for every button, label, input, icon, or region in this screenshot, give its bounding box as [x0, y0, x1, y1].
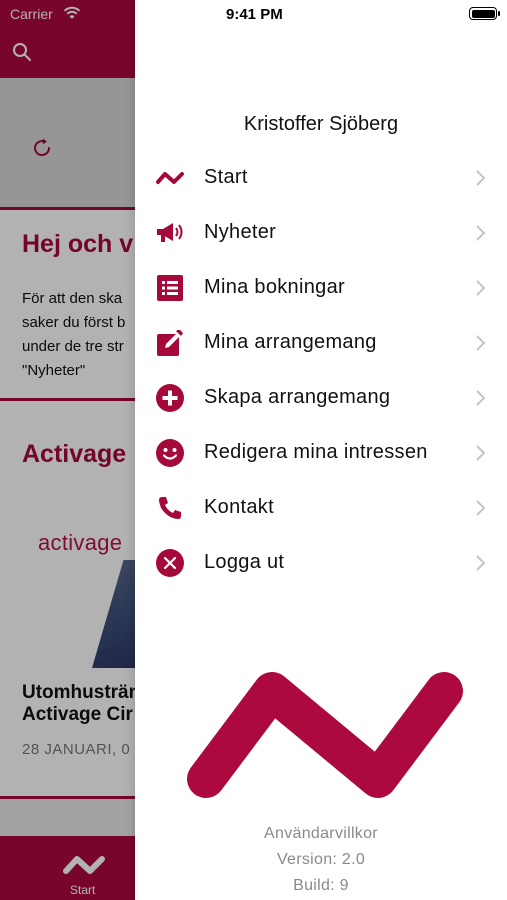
- chevron-right-icon: [476, 554, 486, 571]
- status-time: 9:41 PM: [226, 6, 283, 23]
- menu-label: Logga ut: [204, 551, 285, 573]
- build-label: Build: 9: [293, 877, 349, 894]
- menu-item-logga-ut[interactable]: Logga ut: [135, 535, 507, 590]
- side-menu: 9:41 PM Kristoffer Sjöberg Start Nyheter: [135, 0, 507, 900]
- chevron-right-icon: [476, 224, 486, 241]
- chevron-right-icon: [476, 389, 486, 406]
- battery-icon: [469, 7, 500, 20]
- menu-item-start[interactable]: Start: [135, 150, 507, 205]
- chevron-right-icon: [476, 334, 486, 351]
- brand-logo-icon: [187, 672, 463, 798]
- menu-item-mina-bokningar[interactable]: Mina bokningar: [135, 260, 507, 315]
- menu-label: Mina arrangemang: [204, 331, 377, 353]
- menu-label: Skapa arrangemang: [204, 386, 391, 408]
- phone-icon: [155, 493, 185, 523]
- menu-item-nyheter[interactable]: Nyheter: [135, 205, 507, 260]
- edit-icon: [155, 328, 185, 358]
- start-zigzag-icon: [155, 163, 185, 193]
- close-circle-icon: [155, 548, 185, 578]
- chevron-right-icon: [476, 169, 486, 186]
- plus-circle-icon: [155, 383, 185, 413]
- chevron-right-icon: [476, 499, 486, 516]
- version-label: Version: 2.0: [276, 851, 366, 868]
- menu-label: Mina bokningar: [204, 276, 345, 298]
- menu-item-redigera-intressen[interactable]: Redigera mina intressen: [135, 425, 507, 480]
- smiley-icon: [155, 438, 185, 468]
- menu-label: Start: [204, 166, 248, 188]
- chevron-right-icon: [476, 279, 486, 296]
- menu-item-kontakt[interactable]: Kontakt: [135, 480, 507, 535]
- menu-item-skapa-arrangemang[interactable]: Skapa arrangemang: [135, 370, 507, 425]
- menu-label: Kontakt: [204, 496, 274, 518]
- terms-link[interactable]: Användarvillkor: [135, 825, 507, 843]
- menu-item-mina-arrangemang[interactable]: Mina arrangemang: [135, 315, 507, 370]
- list-icon: [155, 273, 185, 303]
- megaphone-icon: [155, 218, 185, 248]
- menu-label: Nyheter: [204, 221, 277, 243]
- user-name: Kristoffer Sjöberg: [243, 113, 399, 135]
- menu-label: Redigera mina intressen: [204, 441, 428, 463]
- chevron-right-icon: [476, 444, 486, 461]
